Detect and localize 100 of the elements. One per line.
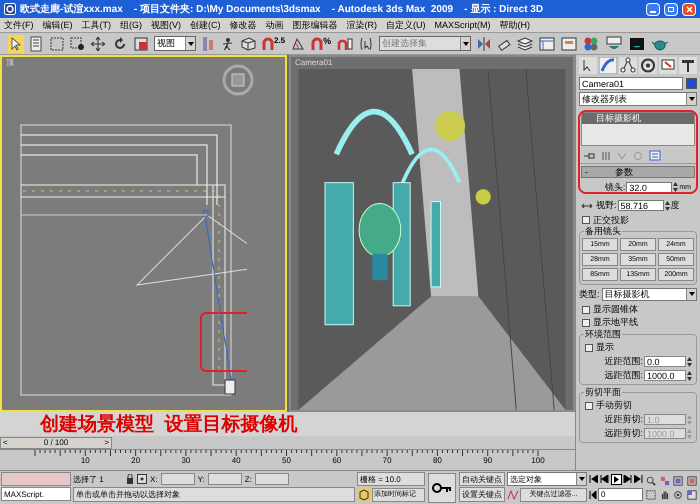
menu-item[interactable]: 动画: [266, 20, 284, 30]
checkbox-label[interactable]: 显示: [596, 342, 614, 353]
menu-item[interactable]: 图形编辑器: [292, 20, 338, 30]
checkbox[interactable]: [582, 306, 590, 314]
fov-field[interactable]: 58.716: [618, 200, 664, 211]
rollout-header[interactable]: - 参数: [581, 166, 695, 178]
menu-item[interactable]: 帮助(H): [500, 20, 530, 30]
absolute-mode-icon[interactable]: [137, 474, 147, 484]
modify-tab-icon[interactable]: [599, 57, 617, 74]
set-key-mode-button[interactable]: [428, 472, 456, 502]
previous-frame-icon[interactable]: [600, 475, 609, 483]
current-frame-field[interactable]: 0: [598, 488, 643, 501]
schematic-icon[interactable]: [561, 36, 578, 50]
zoom-all-icon[interactable]: [660, 476, 670, 486]
field-label: 类型:: [579, 288, 600, 300]
menu-item[interactable]: MAXScript(M): [434, 20, 490, 30]
region-zoom-icon[interactable]: [646, 490, 656, 500]
hammer-icon[interactable]: [679, 57, 697, 74]
camera-viewport[interactable]: Camera01: [289, 55, 575, 412]
viewport-label[interactable]: Camera01: [291, 57, 573, 69]
z-coordinate-field[interactable]: [254, 473, 289, 485]
checkbox[interactable]: [585, 402, 593, 410]
mirror-icon[interactable]: [477, 36, 492, 50]
window-crossing-icon[interactable]: [70, 36, 84, 50]
minimize-button[interactable]: [646, 2, 660, 16]
go-to-start-icon[interactable]: [589, 475, 598, 483]
app-logo-icon: [4, 3, 16, 15]
material-balls-icon[interactable]: [583, 36, 600, 52]
menu-item[interactable]: 修改器: [230, 20, 256, 30]
number-field[interactable]: 1000.0: [644, 370, 686, 381]
checkbox-label[interactable]: 显示圆锥体: [593, 304, 638, 315]
curve-editor-icon[interactable]: [539, 36, 556, 50]
checkbox-label[interactable]: 正交投影: [593, 214, 629, 226]
hierarchy-tab-icon[interactable]: [619, 57, 637, 74]
create-tab-icon[interactable]: [579, 57, 597, 74]
checkbox-label[interactable]: 显示地平线: [593, 317, 638, 328]
modifier-list-dropdown[interactable]: 修改器列表: [579, 92, 697, 106]
rotate-icon[interactable]: [112, 36, 128, 52]
motion-tab-icon[interactable]: [639, 57, 657, 74]
pin-icon[interactable]: [583, 150, 595, 160]
checkbox[interactable]: [582, 216, 590, 224]
object-name-field[interactable]: Camera01: [579, 77, 683, 90]
box-icon[interactable]: [240, 36, 256, 50]
spinner-snap-icon[interactable]: [337, 36, 354, 50]
menu-item[interactable]: 视图(V): [151, 20, 181, 30]
object-color-swatch[interactable]: [686, 78, 697, 89]
lock-icon[interactable]: [126, 474, 134, 484]
menu-item[interactable]: 创建(C): [190, 20, 220, 30]
rectangle-selection-icon[interactable]: [50, 36, 64, 50]
menu-item[interactable]: 自定义(U): [386, 20, 426, 30]
restore-button[interactable]: [664, 2, 678, 16]
double-arrow-icon[interactable]: [581, 202, 593, 210]
set-key-button[interactable]: 设置关键点: [459, 487, 505, 502]
key-target-dropdown[interactable]: 选定对象: [507, 472, 587, 486]
scale-icon[interactable]: [134, 36, 148, 50]
camera-type-dropdown[interactable]: 目标摄影机: [602, 288, 697, 300]
maximize-viewport-icon[interactable]: [686, 490, 696, 500]
lens-field[interactable]: 32.0: [626, 182, 672, 192]
menu-item[interactable]: 文件(F): [4, 20, 34, 30]
zoom-extents-icon[interactable]: [673, 476, 683, 486]
close-button[interactable]: [682, 2, 696, 16]
maxscript-field[interactable]: MAXScript.: [1, 487, 71, 501]
orbit-icon[interactable]: [673, 490, 683, 500]
field-label: 视野:: [596, 200, 617, 211]
frame-counter-button[interactable]: < 0 / 100 >: [0, 436, 112, 448]
key-curve-icon[interactable]: [507, 488, 519, 500]
checkbox[interactable]: [582, 318, 590, 326]
render-setup-icon[interactable]: [605, 36, 624, 52]
move-icon[interactable]: [90, 36, 106, 52]
x-coordinate-field[interactable]: [160, 473, 195, 485]
viewcube-icon[interactable]: [221, 63, 255, 97]
key-mode-icon[interactable]: [589, 490, 597, 498]
menu-item[interactable]: 编辑(E): [42, 20, 72, 30]
configure-icon[interactable]: [649, 150, 661, 161]
checkbox-label[interactable]: 手动剪切: [596, 400, 632, 411]
layers-icon[interactable]: [517, 36, 534, 50]
frame-number: 50: [282, 457, 291, 465]
angle-snap-icon[interactable]: [291, 36, 306, 50]
reference-coordinate-dropdown[interactable]: 视图: [154, 36, 196, 51]
display-tab-icon[interactable]: [659, 57, 677, 74]
link-figure-icon[interactable]: [220, 36, 234, 50]
select-by-name-icon[interactable]: [30, 36, 44, 52]
menu-item[interactable]: 组(G): [120, 20, 142, 30]
auto-key-button[interactable]: 自动关键点: [459, 472, 505, 486]
time-tag-icon[interactable]: [357, 488, 371, 502]
next-frame-icon[interactable]: [623, 475, 632, 483]
y-coordinate-field[interactable]: [208, 473, 242, 485]
checkbox[interactable]: [585, 344, 593, 352]
menu-item[interactable]: 工具(T): [82, 20, 111, 30]
play-icon[interactable]: [610, 474, 622, 484]
go-to-end-icon[interactable]: [634, 475, 643, 483]
menu-item[interactable]: 渲染(R): [346, 20, 377, 30]
zoom-extents-all-icon[interactable]: [686, 476, 696, 486]
frame-number: 60: [332, 457, 342, 465]
modifier-stack-item[interactable]: 目标摄影机: [582, 113, 694, 124]
number-field[interactable]: 0.0: [644, 356, 686, 367]
magnet-icon[interactable]: [262, 36, 274, 50]
render-frame-icon[interactable]: [629, 36, 646, 50]
zoom-icon[interactable]: [646, 476, 656, 486]
magnet-icon[interactable]: [311, 36, 324, 50]
